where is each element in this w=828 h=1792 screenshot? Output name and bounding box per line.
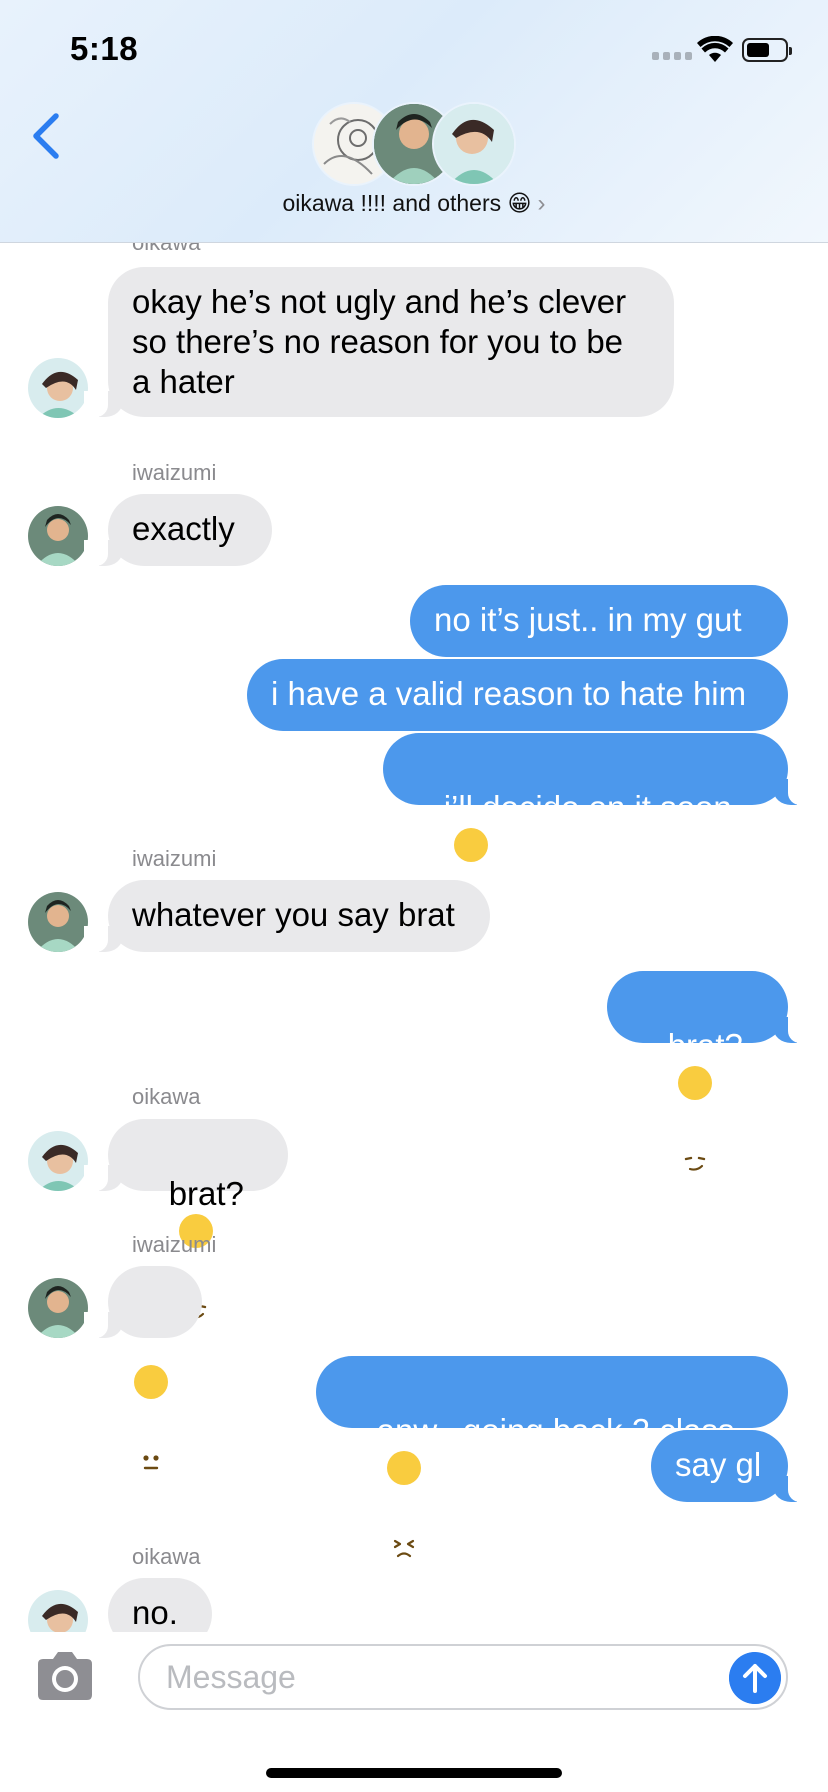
message-input[interactable] xyxy=(138,1644,788,1710)
home-indicator xyxy=(266,1768,562,1778)
battery-icon xyxy=(742,38,792,62)
group-avatar-third xyxy=(432,102,516,186)
message-bubble-outgoing[interactable]: brat? xyxy=(607,971,812,1171)
neutral-face-icon xyxy=(134,1365,168,1470)
message-text: brat? xyxy=(168,1175,244,1212)
message-bubble-incoming[interactable] xyxy=(84,1266,202,1470)
sender-label: iwaizumi xyxy=(132,1232,217,1257)
back-chevron-icon[interactable] xyxy=(28,112,64,160)
message-bubble-outgoing[interactable]: i have a valid reason to hate him xyxy=(247,659,788,731)
message-text: i’ll decide on it soon xyxy=(443,789,732,826)
sender-label: iwaizumi xyxy=(132,846,217,871)
status-time: 5:18 xyxy=(70,30,139,67)
send-arrow-icon[interactable] xyxy=(729,1652,781,1704)
group-name: oikawa !!!! and others 😁 xyxy=(282,190,532,216)
avatar-iwaizumi[interactable] xyxy=(28,892,88,952)
group-title[interactable]: oikawa !!!! and others 😁 › xyxy=(0,190,828,218)
message-bubble-outgoing[interactable]: anw.. going back 2 class xyxy=(316,1356,788,1558)
compose-bar xyxy=(0,1632,828,1792)
persevering-face-icon xyxy=(386,1451,421,1558)
sender-label: oikawa xyxy=(132,1544,201,1569)
chevron-right-icon: › xyxy=(537,190,546,217)
signal-icon xyxy=(652,52,692,60)
message-bubble-incoming[interactable]: brat? xyxy=(84,1119,288,1319)
message-bubble-incoming[interactable]: okay he’s not ugly and he’s clever so th… xyxy=(84,267,674,417)
conversation-header: 5:18 oikawa !!!! and others 😁 › xyxy=(0,0,828,243)
avatar-iwaizumi[interactable] xyxy=(28,506,88,566)
message-bubble-outgoing[interactable]: i’ll decide on it soon xyxy=(383,733,812,934)
avatar-oikawa[interactable] xyxy=(28,1131,88,1191)
message-bubble-incoming[interactable]: exactly xyxy=(84,494,272,566)
message-bubble-outgoing[interactable]: say gl xyxy=(651,1430,812,1502)
sender-label: iwaizumi xyxy=(132,460,217,485)
message-text: brat? xyxy=(667,1027,743,1064)
smirking-face-icon xyxy=(677,1066,712,1171)
sender-label: oikawa xyxy=(132,1084,201,1109)
message-bubble-outgoing[interactable]: no it’s just.. in my gut xyxy=(410,585,788,657)
message-bubble-incoming[interactable]: whatever you say brat xyxy=(84,880,490,952)
unamused-face-icon xyxy=(453,828,488,934)
avatar-iwaizumi[interactable] xyxy=(28,1278,88,1338)
camera-icon[interactable] xyxy=(34,1650,96,1702)
group-avatars[interactable] xyxy=(312,102,516,186)
avatar-oikawa[interactable] xyxy=(28,358,88,418)
wifi-icon xyxy=(697,36,733,62)
